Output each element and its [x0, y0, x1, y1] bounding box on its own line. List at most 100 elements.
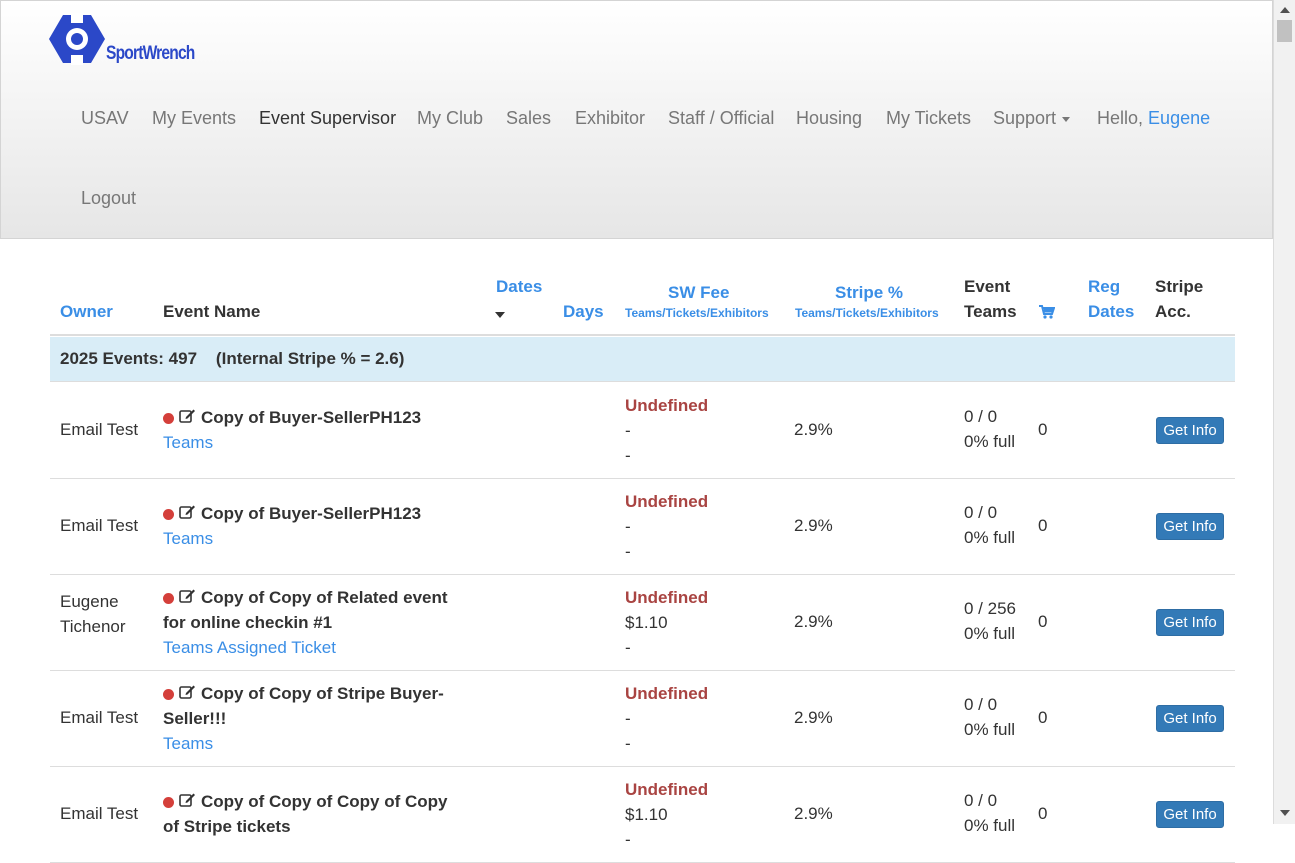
event-name-line[interactable]: Copy of Buyer-SellerPH123 [163, 405, 421, 430]
event-name-line[interactable]: Copy of Copy of Related event [163, 585, 448, 610]
teams-count: 0 / 0 [964, 791, 998, 810]
stripe-pct-cell: 2.9% [794, 804, 833, 823]
cart-count-cell: 0 [1038, 516, 1048, 535]
nav-logout[interactable]: Logout [81, 188, 136, 209]
owner-name-line: Email Test [60, 708, 139, 727]
fee-status: Undefined [625, 780, 709, 799]
event-teams-cell: 0 / 0 0% full [964, 788, 1015, 838]
event-name-line[interactable]: Copy of Copy of Copy of Copy [163, 789, 447, 814]
fee-status: Undefined [625, 492, 709, 511]
scroll-up-icon[interactable] [1280, 7, 1290, 13]
scroll-down-icon[interactable] [1280, 810, 1290, 816]
sort-down-icon[interactable] [495, 312, 505, 318]
header-dates[interactable]: Dates [496, 274, 542, 299]
stripe-pct-cell: 2.9% [794, 708, 833, 727]
stripe-pct-cell: 2.9% [794, 420, 833, 439]
cart-count-cell: 0 [1038, 804, 1048, 823]
event-name-line[interactable]: Copy of Copy of Stripe Buyer- [163, 681, 444, 706]
status-dot-icon [163, 593, 174, 605]
owner-name-line: Email Test [60, 516, 139, 535]
fee-value: $1.10 [625, 805, 668, 824]
nav-support-dropdown[interactable]: Support [993, 108, 1071, 129]
fee-value: - [625, 517, 631, 536]
nav-usav[interactable]: USAV [81, 108, 129, 129]
get-info-button[interactable]: Get Info [1156, 513, 1224, 540]
teams-full-pct: 0% full [964, 624, 1016, 643]
teams-link[interactable]: Teams [163, 430, 421, 455]
event-name-cell: Copy of Buyer-SellerPH123 Teams [163, 405, 421, 455]
event-name-text[interactable]: Seller!!! [163, 709, 226, 728]
edit-icon[interactable] [179, 406, 196, 423]
table-row: Email Test Copy of Copy of Stripe Buyer- S… [50, 671, 1235, 767]
event-teams-cell: 0 / 0 0% full [964, 500, 1015, 550]
get-info-button[interactable]: Get Info [1156, 705, 1224, 732]
owner-name-line: Eugene [60, 592, 119, 611]
owner-cell: Email Test [60, 417, 138, 442]
edit-icon[interactable] [179, 790, 196, 807]
event-name-text[interactable]: Copy of Buyer-SellerPH123 [201, 408, 421, 427]
stripe-pct-cell: 2.9% [794, 612, 833, 631]
cart-count-cell: 0 [1038, 708, 1048, 727]
teams-link[interactable]: Teams [163, 731, 444, 756]
teams-link[interactable]: Teams Assigned Ticket [163, 635, 448, 660]
event-name-text[interactable]: Copy of Copy of Copy of Copy [201, 792, 447, 811]
nav-housing[interactable]: Housing [796, 108, 862, 129]
table-row: Eugene Tichenor Copy of Copy of Related ev… [50, 575, 1235, 671]
scroll-thumb[interactable] [1277, 20, 1292, 42]
header-stripe-pct[interactable]: Stripe % [835, 280, 903, 305]
get-info-button[interactable]: Get Info [1156, 417, 1224, 444]
event-teams-cell: 0 / 256 0% full [964, 596, 1016, 646]
nav-my-events[interactable]: My Events [152, 108, 236, 129]
status-dot-icon [163, 509, 174, 521]
nav-support-label: Support [993, 108, 1057, 128]
header-event-teams-line1: Event [964, 277, 1011, 296]
page-scrollbar[interactable] [1273, 0, 1295, 824]
event-name-text[interactable]: Copy of Copy of Stripe Buyer- [201, 684, 444, 703]
table-row: Email Test Copy of Buyer-SellerPH123 Teams… [50, 383, 1235, 479]
edit-icon[interactable] [179, 502, 196, 519]
nav-my-tickets[interactable]: My Tickets [886, 108, 971, 129]
event-name-line[interactable]: Copy of Buyer-SellerPH123 [163, 501, 421, 526]
edit-icon[interactable] [179, 586, 196, 603]
owner-cell: Email Test [60, 513, 138, 538]
user-name-link[interactable]: Eugene [1148, 108, 1210, 128]
fee-value: - [625, 542, 631, 561]
header-reg-dates-line1[interactable]: Reg [1088, 274, 1120, 299]
get-info-button[interactable]: Get Info [1156, 609, 1224, 636]
header-days[interactable]: Days [563, 299, 604, 324]
teams-count: 0 / 256 [964, 599, 1016, 618]
shopping-cart-icon[interactable] [1039, 304, 1056, 324]
event-name-line[interactable]: Seller!!! [163, 706, 444, 731]
header-sw-fee[interactable]: SW Fee [668, 280, 729, 305]
nav-event-supervisor[interactable]: Event Supervisor [259, 108, 396, 129]
sportwrench-logo[interactable]: SportWrench [49, 13, 209, 69]
teams-full-pct: 0% full [964, 720, 1016, 739]
teams-count: 0 / 0 [964, 503, 998, 522]
event-name-text[interactable]: for online checkin #1 [163, 613, 332, 632]
hello-prefix: Hello, [1097, 108, 1144, 128]
fee-value: - [625, 638, 631, 657]
teams-link[interactable]: Teams [163, 526, 421, 551]
fee-value: - [625, 446, 631, 465]
event-name-line[interactable]: of Stripe tickets [163, 814, 447, 839]
cart-count-cell: 0 [1038, 612, 1048, 631]
hello-user: Hello, Eugene [1097, 108, 1210, 129]
event-name-text[interactable]: Copy of Copy of Related event [201, 588, 448, 607]
event-name-text[interactable]: of Stripe tickets [163, 817, 291, 836]
header-owner[interactable]: Owner [60, 299, 113, 324]
owner-name-line: Email Test [60, 804, 139, 823]
header-reg-dates-line2[interactable]: Dates [1088, 299, 1134, 324]
event-teams-cell: 0 / 0 0% full [964, 692, 1015, 742]
nav-my-club[interactable]: My Club [417, 108, 483, 129]
nav-exhibitor[interactable]: Exhibitor [575, 108, 645, 129]
stripe-pct-cell: 2.9% [794, 516, 833, 535]
event-name-text[interactable]: Copy of Buyer-SellerPH123 [201, 504, 421, 523]
nav-sales[interactable]: Sales [506, 108, 551, 129]
event-name-line[interactable]: for online checkin #1 [163, 610, 448, 635]
logo-icon [49, 13, 105, 65]
edit-icon[interactable] [179, 682, 196, 699]
status-dot-icon [163, 797, 174, 809]
nav-staff-official[interactable]: Staff / Official [668, 108, 774, 129]
header-sw-fee-sub: Teams/Tickets/Exhibitors [625, 306, 769, 320]
event-name-cell: Copy of Copy of Related event for online … [163, 585, 448, 660]
